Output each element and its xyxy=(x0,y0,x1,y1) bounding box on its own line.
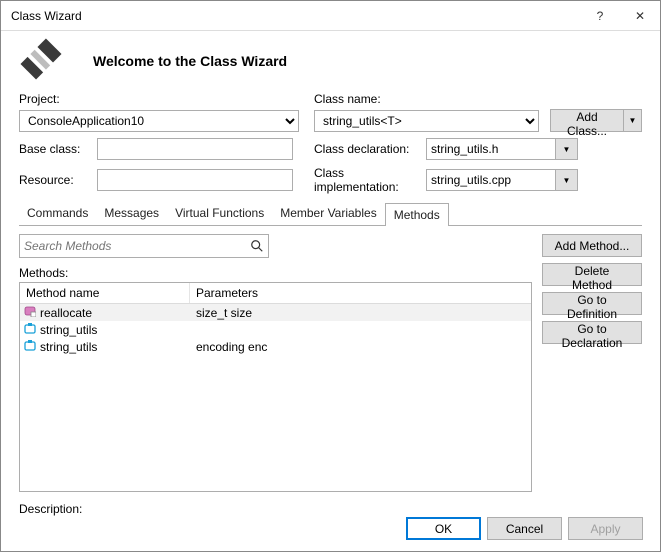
table-row[interactable]: string_utils encoding enc xyxy=(20,338,531,355)
tab-methods[interactable]: Methods xyxy=(385,203,449,226)
col-parameters[interactable]: Parameters xyxy=(190,283,531,303)
resource-label: Resource: xyxy=(19,173,97,187)
wizard-logo-icon xyxy=(19,37,63,84)
chevron-down-icon: ▼ xyxy=(563,145,571,154)
add-class-dropdown[interactable]: ▼ xyxy=(624,109,642,132)
classdecl-label: Class declaration: xyxy=(314,142,426,156)
titlebar: Class Wizard ? ✕ xyxy=(1,1,660,31)
method-name: string_utils xyxy=(40,323,97,337)
method-icon xyxy=(24,322,36,337)
page-title: Welcome to the Class Wizard xyxy=(93,53,287,69)
project-label: Project: xyxy=(19,92,314,106)
classimpl-dropdown[interactable]: ▼ xyxy=(556,169,578,191)
tab-commands[interactable]: Commands xyxy=(19,202,96,225)
goto-declaration-button[interactable]: Go to Declaration xyxy=(542,321,642,344)
tab-messages[interactable]: Messages xyxy=(96,202,167,225)
classdecl-dropdown[interactable]: ▼ xyxy=(556,138,578,160)
add-class-button[interactable]: Add Class... xyxy=(550,109,624,132)
method-params: size_t size xyxy=(190,306,531,320)
search-box[interactable] xyxy=(19,234,269,258)
description-label: Description: xyxy=(19,502,82,516)
method-icon xyxy=(24,339,36,354)
classimpl-field[interactable] xyxy=(426,169,556,191)
ok-button[interactable]: OK xyxy=(406,517,481,540)
header: Welcome to the Class Wizard xyxy=(1,31,660,92)
tab-virtual-functions[interactable]: Virtual Functions xyxy=(167,202,272,225)
resource-field[interactable] xyxy=(97,169,293,191)
tab-strip: CommandsMessagesVirtual FunctionsMember … xyxy=(19,202,642,226)
col-method-name[interactable]: Method name xyxy=(20,283,190,303)
project-combo[interactable]: ConsoleApplication10 xyxy=(19,110,299,132)
content: Project: Class name: ConsoleApplication1… xyxy=(1,92,660,524)
method-name: reallocate xyxy=(40,306,92,320)
methods-label: Methods: xyxy=(19,266,532,280)
delete-method-button[interactable]: Delete Method xyxy=(542,263,642,286)
baseclass-field[interactable] xyxy=(97,138,293,160)
search-icon[interactable] xyxy=(246,239,268,253)
method-name: string_utils xyxy=(40,340,97,354)
table-row[interactable]: string_utils xyxy=(20,321,531,338)
method-params: encoding enc xyxy=(190,340,531,354)
methods-table[interactable]: Method name Parameters reallocate size_t … xyxy=(19,282,532,492)
chevron-down-icon: ▼ xyxy=(563,176,571,185)
window-title: Class Wizard xyxy=(11,9,580,23)
goto-definition-button[interactable]: Go to Definition xyxy=(542,292,642,315)
tab-member-variables[interactable]: Member Variables xyxy=(272,202,384,225)
add-method-button[interactable]: Add Method... xyxy=(542,234,642,257)
help-button[interactable]: ? xyxy=(580,1,620,31)
close-icon: ✕ xyxy=(635,9,645,23)
help-icon: ? xyxy=(597,9,604,23)
table-header: Method name Parameters xyxy=(20,283,531,304)
add-class-splitbutton[interactable]: Add Class... ▼ xyxy=(550,109,642,132)
table-row[interactable]: reallocate size_t size xyxy=(20,304,531,321)
search-input[interactable] xyxy=(20,235,246,257)
classname-combo[interactable]: string_utils<T> xyxy=(314,110,539,132)
footer: OK Cancel Apply xyxy=(406,517,643,540)
cancel-button[interactable]: Cancel xyxy=(487,517,562,540)
classimpl-label: Class implementation: xyxy=(314,166,426,194)
classdecl-field[interactable] xyxy=(426,138,556,160)
close-button[interactable]: ✕ xyxy=(620,1,660,31)
chevron-down-icon: ▼ xyxy=(629,116,637,125)
baseclass-label: Base class: xyxy=(19,142,97,156)
method-icon xyxy=(24,305,36,320)
classname-label: Class name: xyxy=(314,92,642,106)
apply-button[interactable]: Apply xyxy=(568,517,643,540)
